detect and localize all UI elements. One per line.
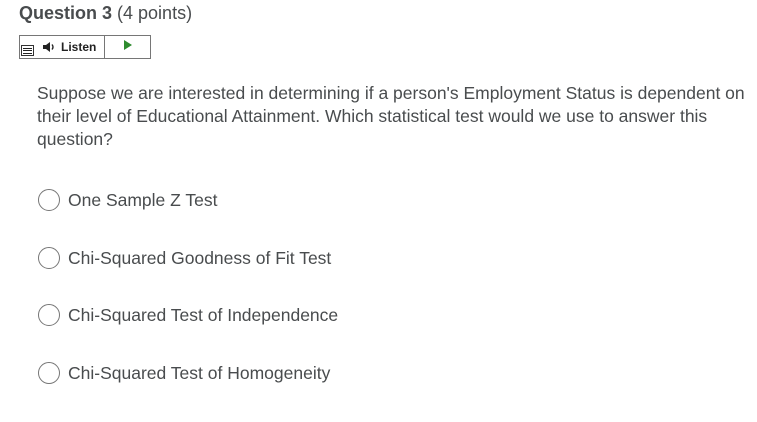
radio-button[interactable] <box>38 189 60 211</box>
play-button[interactable] <box>105 36 150 58</box>
answer-option[interactable]: Chi-Squared Test of Independence <box>38 302 338 328</box>
answer-option[interactable]: Chi-Squared Goodness of Fit Test <box>38 245 338 271</box>
question-text: Suppose we are interested in determining… <box>37 83 745 149</box>
answer-option[interactable]: One Sample Z Test <box>38 187 338 213</box>
answer-option[interactable]: Chi-Squared Test of Homogeneity <box>38 360 338 386</box>
radio-button[interactable] <box>38 361 60 384</box>
question-header: Question 3 (4 points) <box>19 2 192 24</box>
question-title: Question 3 <box>19 3 113 23</box>
option-label[interactable]: Chi-Squared Test of Homogeneity <box>68 362 330 384</box>
question-points: (4 points) <box>117 3 193 23</box>
option-label[interactable]: One Sample Z Test <box>68 189 217 211</box>
listen-label: Listen <box>61 40 97 54</box>
menu-icon[interactable] <box>21 45 34 56</box>
answer-options: One Sample Z Test Chi-Squared Goodness o… <box>38 187 338 417</box>
option-label[interactable]: Chi-Squared Test of Independence <box>68 304 338 326</box>
play-icon <box>123 38 133 56</box>
option-label[interactable]: Chi-Squared Goodness of Fit Test <box>68 247 331 269</box>
radio-button[interactable] <box>38 304 60 326</box>
listen-toolbar: Listen <box>19 35 151 59</box>
radio-button[interactable] <box>38 246 60 269</box>
speaker-icon <box>42 41 56 53</box>
